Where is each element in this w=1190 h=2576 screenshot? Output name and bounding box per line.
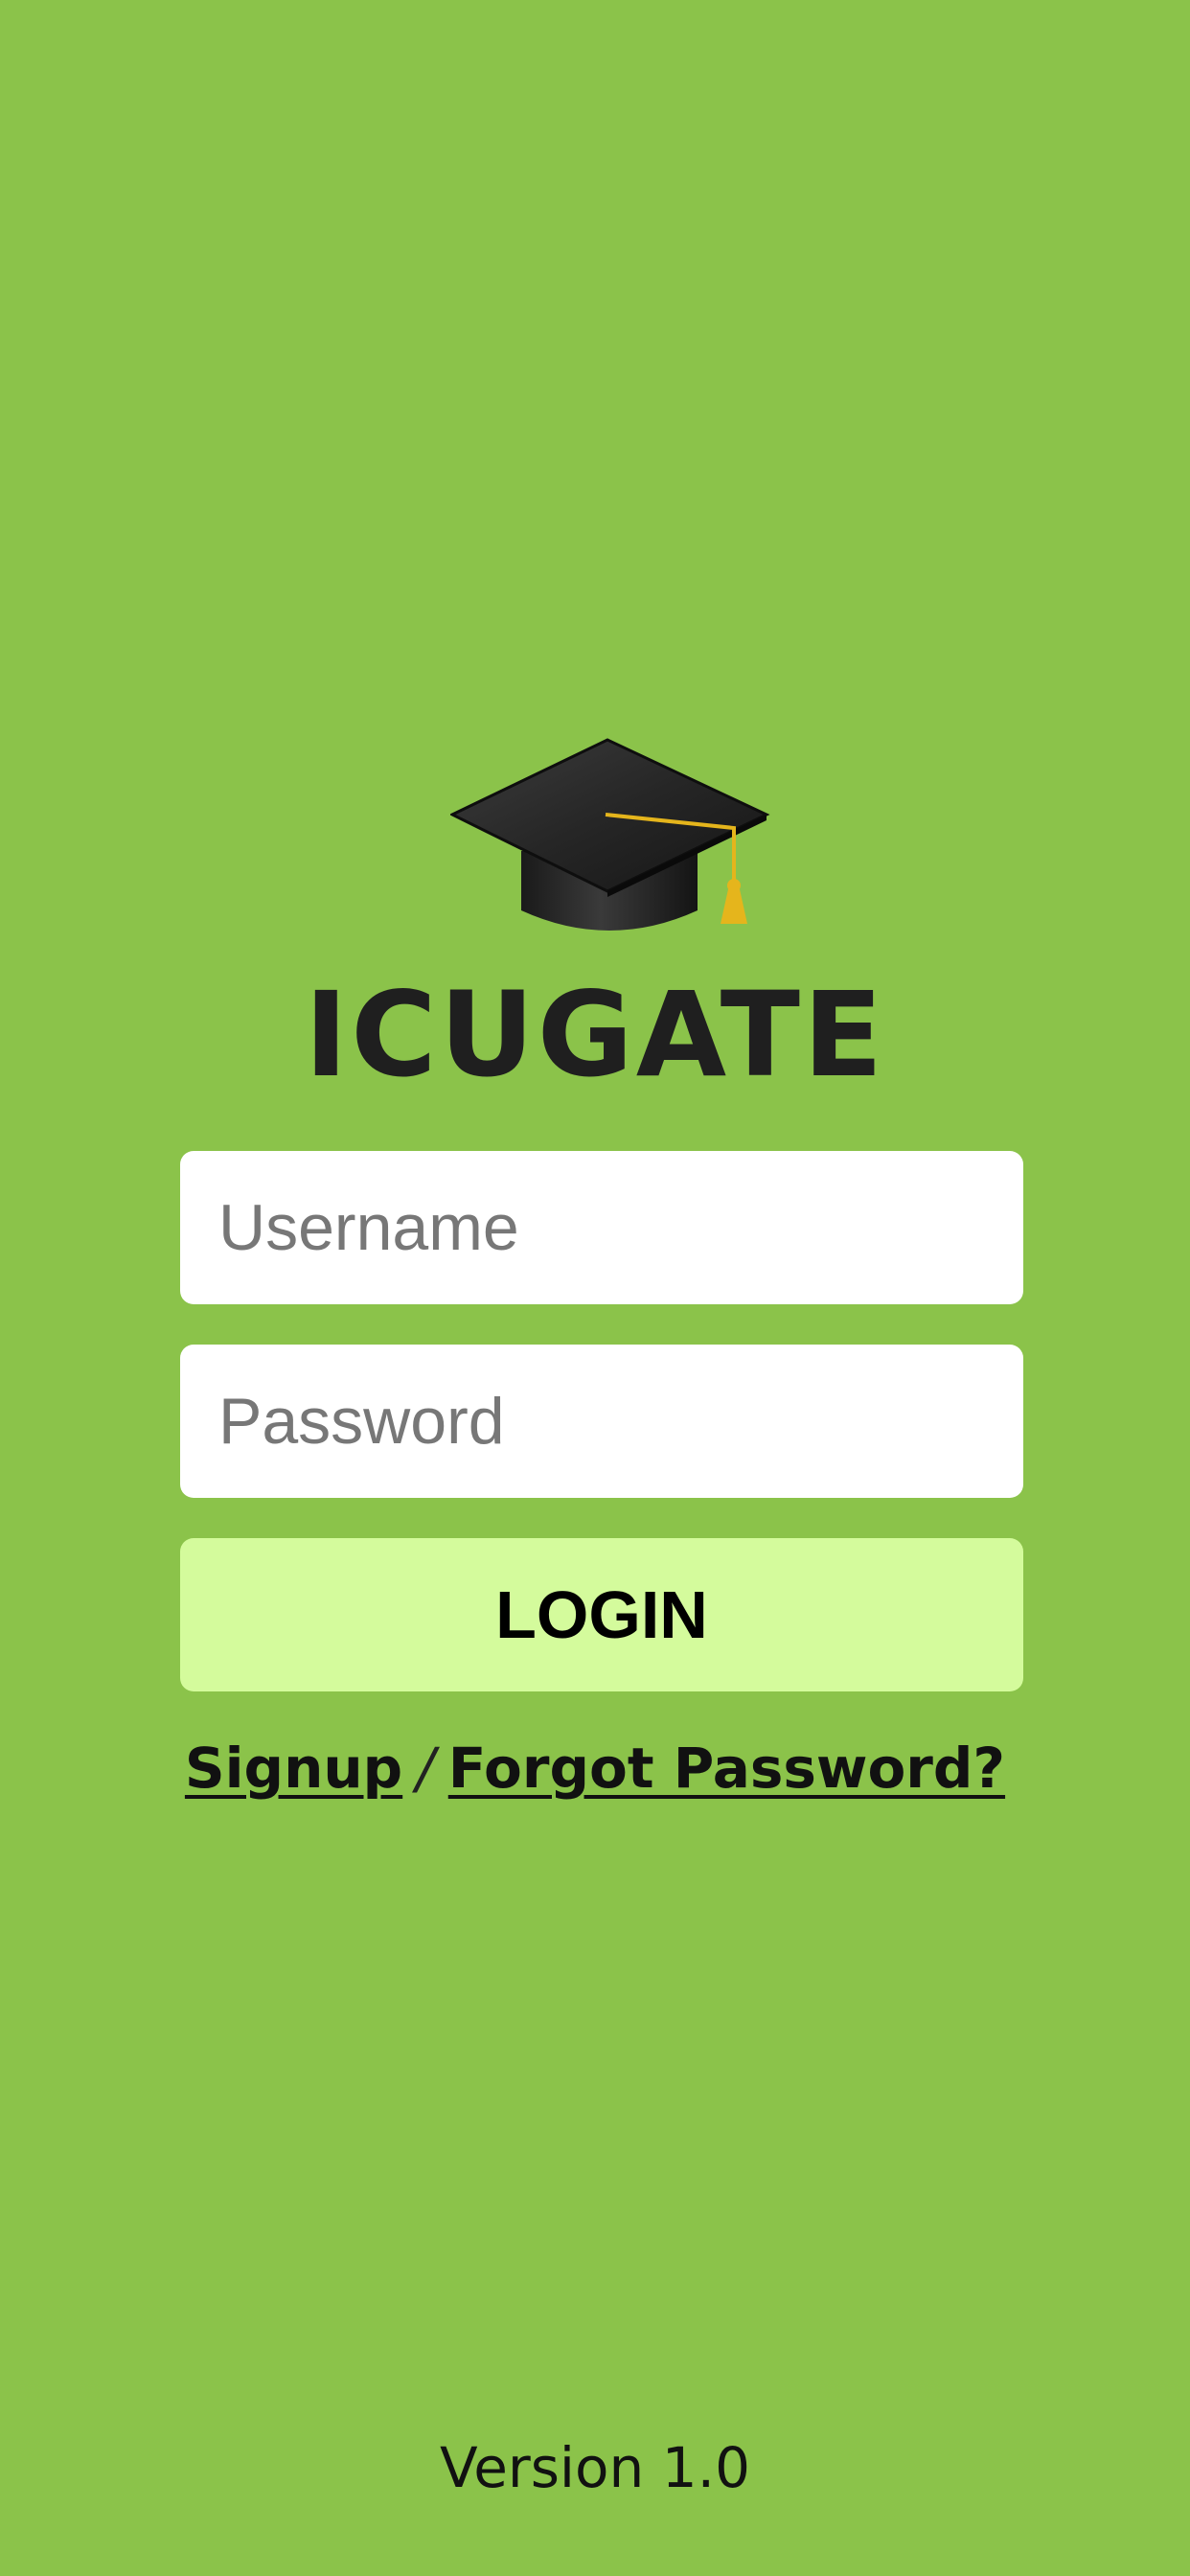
brand-name: ICUGATE — [304, 967, 886, 1103]
version-label: Version 1.0 — [440, 2435, 750, 2500]
login-screen: ICUGATE LOGIN Signup/Forgot Password? Ve… — [0, 0, 1190, 2576]
link-separator: / — [416, 1736, 435, 1801]
password-input[interactable] — [180, 1345, 1023, 1498]
forgot-password-link[interactable]: Forgot Password? — [448, 1736, 1005, 1801]
graduation-cap-icon — [450, 738, 770, 931]
username-input[interactable] — [180, 1151, 1023, 1304]
auth-links: Signup / Forgot Password? — [0, 1730, 1190, 1806]
signup-link[interactable]: Signup — [185, 1736, 402, 1801]
login-button[interactable]: LOGIN — [180, 1538, 1023, 1691]
